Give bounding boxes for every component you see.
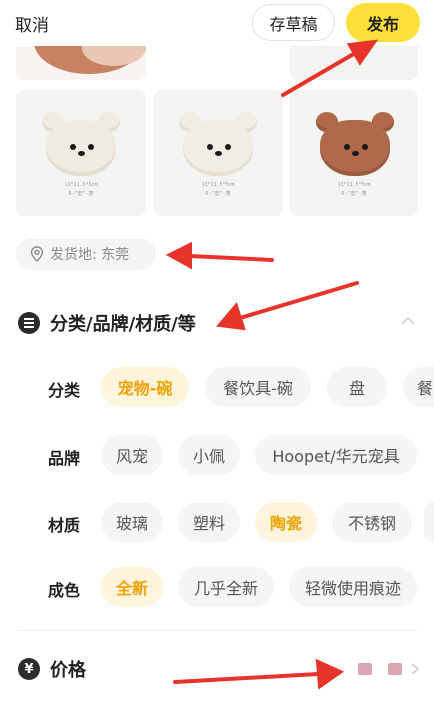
row-label: 品牌 <box>48 449 81 468</box>
price-label: 价格 <box>50 660 86 681</box>
redacted-price <box>388 663 402 675</box>
image-brand-caption: 6-"宏"-蓬 <box>341 191 367 197</box>
annotation-arrow-head <box>165 241 192 270</box>
brand-row: 品牌 风宠 小佩 Hoopet/华元宠具 <box>0 435 434 475</box>
row-label: 材质 <box>48 516 81 535</box>
option-chip[interactable]: 小佩 <box>178 435 240 475</box>
list-icon <box>18 312 40 334</box>
image-size-caption: 11*11.5*5cm <box>337 182 371 188</box>
product-image[interactable]: 11*11.5*5cm 6-"宏"-蓬 <box>153 90 283 216</box>
option-chip[interactable]: 风宠 <box>101 435 163 475</box>
row-label: 成色 <box>48 581 81 600</box>
section-title: 分类/品牌/材质/等 <box>50 314 196 335</box>
option-chip[interactable]: 餐饮具-碗 <box>205 367 311 407</box>
annotation-arrow <box>238 281 359 320</box>
annotation-arrow-head <box>216 301 246 331</box>
option-chip[interactable]: 不锈钢 <box>332 502 412 542</box>
annotation-arrow <box>188 254 274 262</box>
divider <box>18 630 418 631</box>
chevron-up-icon[interactable] <box>400 316 416 326</box>
image-size-caption: 11*11.5*5cm <box>201 182 235 188</box>
material-row: 材质 玻璃 塑料 陶瓷 不锈钢 <box>0 502 434 542</box>
price-row[interactable]: ¥ 价格 <box>18 654 86 684</box>
option-chip[interactable]: 塑料 <box>178 502 240 542</box>
location-pin-icon <box>30 246 44 262</box>
annotation-arrow-head <box>315 658 345 690</box>
save-draft-button[interactable]: 存草稿 <box>252 4 335 41</box>
image-size-caption: 11*11.5*5cm <box>64 182 98 188</box>
option-chip[interactable]: 轻微使用痕迹 <box>289 567 417 607</box>
product-image[interactable] <box>290 40 418 80</box>
publish-button[interactable]: 发布 <box>346 3 420 42</box>
option-chip[interactable]: Hoopet/华元宠具 <box>255 435 417 475</box>
redacted-price <box>358 663 372 675</box>
shipping-location-label: 发货地: 东莞 <box>50 247 130 263</box>
option-chip[interactable]: 玻璃 <box>101 502 163 542</box>
image-brand-caption: 6-"宏"-蓬 <box>205 191 231 197</box>
option-chip[interactable]: 陶瓷 <box>255 502 317 542</box>
category-section-header[interactable]: 分类/品牌/材质/等 <box>18 308 196 338</box>
condition-row: 成色 全新 几乎全新 轻微使用痕迹 <box>0 567 434 607</box>
category-row: 分类 宠物-碗 餐饮具-碗 盘 餐 <box>0 367 434 407</box>
product-image[interactable]: 11*11.5*5cm 6-"宏"-蓬 <box>16 90 146 216</box>
image-brand-caption: 6-"宏"-蓬 <box>68 191 94 197</box>
option-chip[interactable]: 全新 <box>101 567 163 607</box>
yen-icon: ¥ <box>18 658 40 680</box>
shipping-location-chip[interactable]: 发货地: 东莞 <box>16 238 156 270</box>
chevron-right-icon[interactable] <box>410 662 420 676</box>
annotation-arrow <box>173 672 320 684</box>
option-chip[interactable]: 餐 <box>403 367 434 407</box>
option-chip[interactable]: 几乎全新 <box>178 567 274 607</box>
option-chip[interactable]: 宠物-碗 <box>101 367 189 407</box>
option-chip-cutoff[interactable] <box>424 502 434 542</box>
row-label: 分类 <box>48 381 81 400</box>
top-bar: 取消 存草稿 发布 <box>0 0 434 46</box>
product-image[interactable]: 11*11.5*5cm 6-"宏"-蓬 <box>290 90 418 216</box>
product-image[interactable] <box>16 40 146 80</box>
option-chip[interactable]: 盘 <box>327 367 387 407</box>
cancel-button[interactable]: 取消 <box>15 11 49 36</box>
